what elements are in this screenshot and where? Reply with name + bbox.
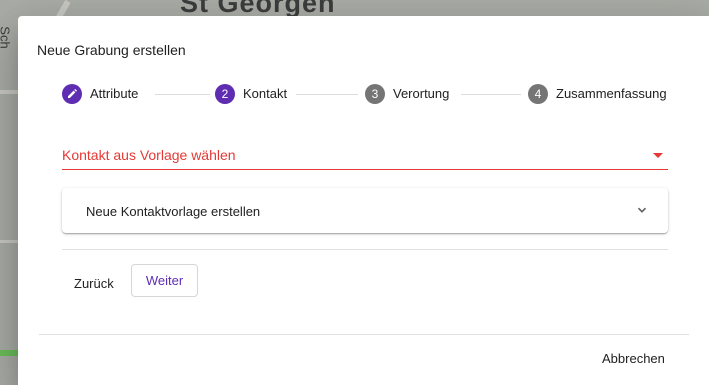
step-connector: [155, 94, 210, 95]
dropdown-arrow-icon: [653, 153, 663, 158]
step-2-number[interactable]: 2: [215, 84, 235, 104]
map-street-label: Sch: [0, 26, 13, 49]
divider: [62, 249, 668, 250]
step-label-attribute[interactable]: Attribute: [90, 84, 138, 104]
contact-template-placeholder: Kontakt aus Vorlage wählen: [62, 147, 236, 163]
pencil-icon: [68, 89, 77, 98]
map-green-area: [0, 350, 18, 356]
dialog-title: Neue Grabung erstellen: [37, 42, 186, 58]
map-road: [0, 240, 18, 243]
step-connector: [461, 94, 521, 95]
contact-template-select[interactable]: Kontakt aus Vorlage wählen: [62, 141, 668, 170]
expansion-panel-title: Neue Kontaktvorlage erstellen: [86, 204, 261, 219]
map-road: [0, 90, 18, 94]
step-label-zusammenfassung[interactable]: Zusammenfassung: [556, 84, 667, 104]
step-label-verortung[interactable]: Verortung: [393, 84, 449, 104]
next-button[interactable]: Weiter: [131, 264, 198, 297]
step-3-number[interactable]: 3: [365, 84, 385, 104]
new-contact-template-panel[interactable]: Neue Kontaktvorlage erstellen: [62, 188, 668, 233]
chevron-down-icon: [637, 207, 647, 213]
step-connector: [296, 94, 358, 95]
back-button[interactable]: Zurück: [64, 272, 124, 295]
create-excavation-dialog: Neue Grabung erstellen Attribute 2 Konta…: [18, 16, 709, 385]
step-label-kontakt[interactable]: Kontakt: [243, 84, 287, 104]
step-1-edit-icon[interactable]: [62, 84, 82, 104]
step-4-number[interactable]: 4: [528, 84, 548, 104]
divider: [39, 334, 689, 335]
cancel-button[interactable]: Abbrechen: [602, 351, 665, 366]
